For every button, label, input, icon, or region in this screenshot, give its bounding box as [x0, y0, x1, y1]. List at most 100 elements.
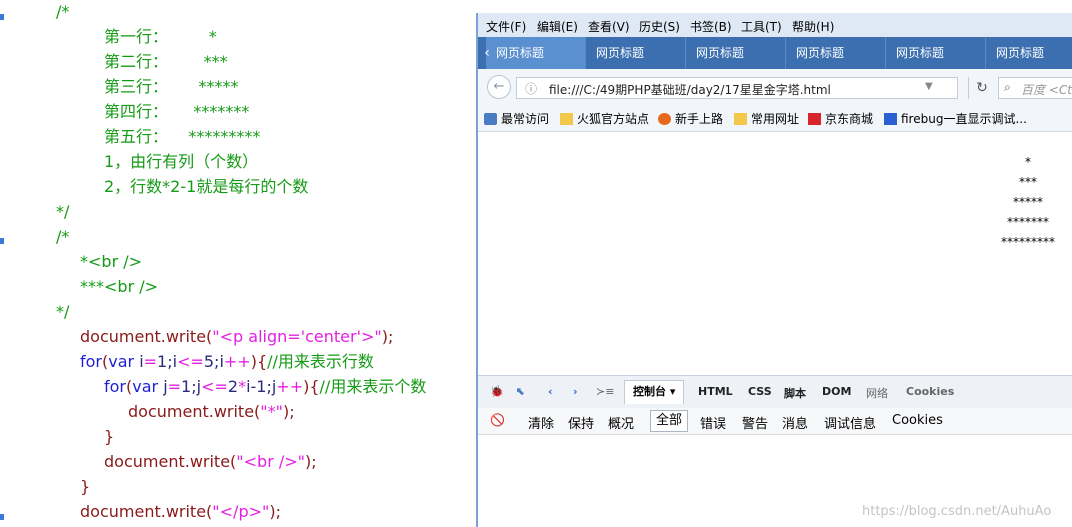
firefox-window: 文件(F) 编辑(E) 查看(V) 历史(S) 书签(B) 工具(T) 帮助(H…	[476, 13, 1072, 527]
search-icon: ⌕	[1004, 80, 1011, 94]
gutter-marker	[0, 238, 4, 244]
tab[interactable]: 网页标题	[986, 37, 1072, 69]
menu-file[interactable]: 文件(F)	[486, 18, 526, 35]
code-token: "*"	[260, 402, 283, 421]
code-token: var	[132, 377, 164, 396]
firebug-icon[interactable]: 🐞	[490, 385, 504, 398]
clear-button[interactable]: 清除	[528, 413, 554, 432]
menu-history[interactable]: 历史(S)	[639, 18, 680, 35]
code-token: ++	[276, 377, 304, 396]
tab-net[interactable]: 网络	[866, 385, 888, 401]
code-line: ***<br />	[80, 277, 158, 297]
tab[interactable]: 网页标题	[586, 37, 686, 69]
code-token: for	[80, 352, 102, 371]
bookmark-getting-started[interactable]: 新手上路	[658, 110, 723, 127]
code-token: //用来表示行数	[267, 352, 374, 371]
url-bar[interactable]: ⓘ file:///C:/49期PHP基础班/day2/17星星金字塔.html…	[516, 77, 958, 99]
star-line: ***	[1019, 175, 1037, 189]
filter-errors-button[interactable]: 错误	[700, 413, 726, 432]
code-token: <=	[177, 352, 204, 371]
code-line: }	[104, 427, 114, 447]
tab[interactable]: 网页标题	[686, 37, 786, 69]
tab-label: 网页标题	[596, 46, 645, 60]
menu-view[interactable]: 查看(V)	[588, 18, 630, 35]
filter-debug-button[interactable]: 调试信息	[824, 413, 876, 432]
bookmark-label: 最常访问	[501, 112, 550, 126]
filter-warnings-button[interactable]: 警告	[742, 413, 768, 432]
bookmark-most-visited[interactable]: 最常访问	[484, 110, 549, 127]
tab[interactable]: 网页标题	[886, 37, 986, 69]
code-token: "<br />"	[236, 452, 306, 471]
code-token: }	[104, 427, 115, 446]
search-input[interactable]: ⌕ 百度 <Ctrl	[998, 77, 1072, 99]
persist-button[interactable]: 保持	[568, 413, 594, 432]
filter-info-button[interactable]: 消息	[782, 413, 808, 432]
code-line: document.write("<br />");	[104, 452, 317, 472]
code-token: 第一行： *	[104, 27, 217, 46]
chevron-left-icon[interactable]: ‹	[548, 385, 553, 398]
code-line: 1，由行有列（个数）	[104, 152, 258, 172]
menu-bookmarks[interactable]: 书签(B)	[690, 18, 732, 35]
tab-console[interactable]: 控制台 ▾	[624, 380, 685, 404]
command-line-icon[interactable]: ≻≡	[596, 385, 614, 398]
code-token: "<p align='center'>"	[212, 327, 382, 346]
tab[interactable]: 网页标题	[486, 37, 586, 69]
bookmark-icon	[484, 113, 497, 125]
menu-tools[interactable]: 工具(T)	[741, 18, 782, 35]
code-token: 第三行： *****	[104, 77, 239, 96]
code-token: var	[108, 352, 140, 371]
bookmark-firefox-site[interactable]: 火狐官方站点	[560, 110, 649, 127]
star-line: *****	[1013, 195, 1043, 209]
arrow-left-icon: ←	[493, 79, 505, 94]
bookmark-jd[interactable]: 京东商城	[808, 110, 873, 127]
chevron-down-icon[interactable]: ▼	[925, 81, 933, 92]
code-line: document.write("<p align='center'>");	[80, 327, 393, 347]
tab-dom[interactable]: DOM	[822, 385, 851, 398]
gutter-marker	[0, 14, 4, 20]
tab-label: 网页标题	[496, 46, 545, 60]
code-token: <=	[201, 377, 228, 396]
tab-script[interactable]: 脚本	[784, 385, 806, 401]
code-token: document.write(	[80, 502, 213, 521]
code-line: 第五行： *********	[104, 127, 260, 147]
code-line: /*	[56, 227, 69, 247]
code-line: document.write("*");	[128, 402, 295, 422]
tab-cookies[interactable]: Cookies	[906, 385, 954, 398]
code-token: ){	[250, 352, 268, 371]
back-button[interactable]: ←	[487, 75, 511, 99]
tab-css[interactable]: CSS	[748, 385, 772, 398]
code-token: 1，由行有列（个数）	[104, 152, 259, 171]
code-editor[interactable]: /* 第一行： * 第二行： *** 第三行： ***** 第四行： ******* 第五…	[0, 0, 476, 527]
code-token: */	[56, 202, 70, 221]
menu-help[interactable]: 帮助(H)	[792, 18, 834, 35]
bookmark-common-sites[interactable]: 常用网址	[734, 110, 799, 127]
filter-cookies-button[interactable]: Cookies	[892, 413, 943, 428]
url-text: file:///C:/49期PHP基础班/day2/17星星金字塔.html	[549, 83, 831, 97]
chevron-left-icon[interactable]: ‹	[478, 37, 496, 69]
star-line: *********	[1001, 235, 1055, 249]
star-line: *	[1025, 155, 1031, 169]
reload-icon[interactable]: ↻	[968, 77, 995, 99]
code-token: 2	[227, 377, 239, 396]
tab[interactable]: 网页标题	[786, 37, 886, 69]
bookmark-firebug[interactable]: firebug一直显示调试...	[884, 110, 1027, 127]
filter-all-button[interactable]: 全部	[650, 410, 689, 432]
search-placeholder: 百度 <Ctrl	[1021, 83, 1072, 97]
tab-html[interactable]: HTML	[698, 385, 733, 398]
bookmark-label: 京东商城	[825, 112, 874, 126]
code-token: 1;i	[157, 352, 178, 371]
code-line: 第三行： *****	[104, 77, 239, 97]
code-token: ++	[223, 352, 251, 371]
code-token: *<br />	[80, 252, 143, 271]
inspect-icon[interactable]: ⬉	[516, 385, 525, 398]
info-icon[interactable]: ⓘ	[525, 80, 537, 97]
tab-bar: 网页标题 网页标题 网页标题 网页标题 网页标题 网页标题 ‹	[478, 37, 1072, 69]
profile-button[interactable]: 概况	[608, 413, 634, 432]
code-token: //用来表示个数	[319, 377, 427, 396]
menu-edit[interactable]: 编辑(E)	[537, 18, 578, 35]
code-token: }	[80, 477, 91, 496]
tab-label: 网页标题	[696, 46, 745, 60]
code-line: }	[80, 477, 90, 497]
clear-icon[interactable]: 🚫	[490, 413, 505, 427]
chevron-right-icon[interactable]: ›	[573, 385, 578, 398]
